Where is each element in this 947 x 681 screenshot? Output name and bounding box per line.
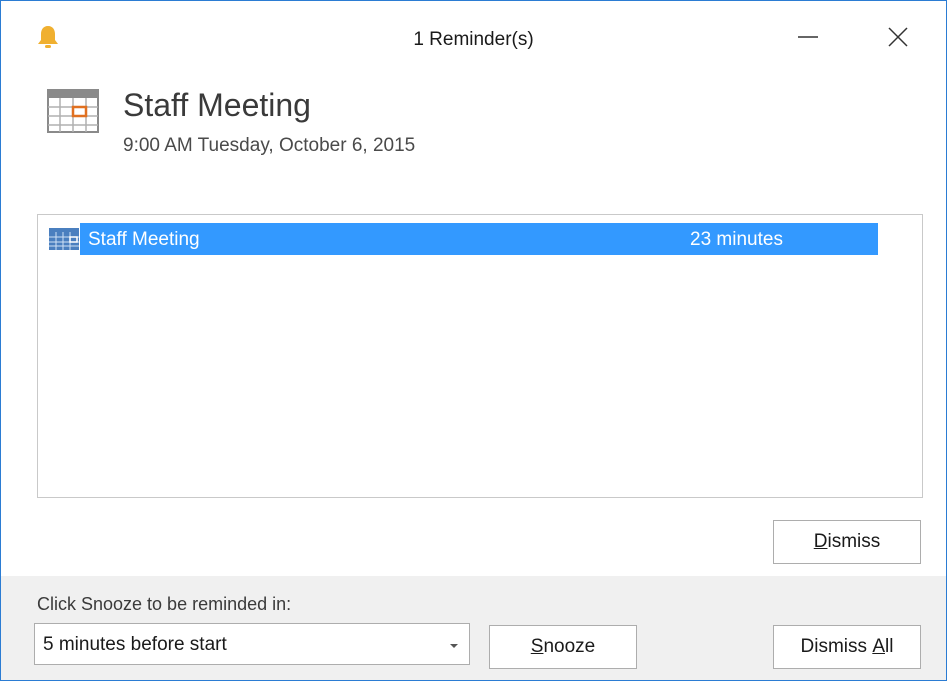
snooze-time-value: 5 minutes before start: [43, 634, 227, 655]
reminder-due-in: 23 minutes: [690, 229, 783, 250]
snooze-label: nooze: [543, 636, 596, 657]
list-item[interactable]: Staff Meeting 23 minutes: [48, 221, 878, 257]
snooze-prompt: Click Snooze to be reminded in:: [37, 594, 292, 614]
snooze-button[interactable]: Snooze: [489, 625, 637, 669]
close-icon: [887, 26, 909, 53]
reminder-datetime: 9:00 AM Tuesday, October 6, 2015: [123, 135, 416, 156]
dismiss-label: ismiss: [827, 531, 881, 552]
reminder-list[interactable]: Staff Meeting 23 minutes: [37, 214, 923, 498]
snooze-panel: Click Snooze to be reminded in: 5 minute…: [1, 576, 946, 680]
reminder-title: Staff Meeting: [123, 87, 311, 123]
close-button[interactable]: [869, 13, 927, 65]
title-bar: 1 Reminder(s): [1, 1, 946, 79]
dismiss-all-button[interactable]: Dismiss All: [773, 625, 921, 669]
snooze-time-select[interactable]: 5 minutes before start: [34, 623, 470, 665]
calendar-icon: [48, 227, 80, 251]
reminder-window: 1 Reminder(s) Staff Meeting 9:00 AM Tues…: [0, 0, 947, 681]
snooze-mnemonic: S: [530, 636, 544, 657]
chevron-down-icon: [449, 638, 459, 648]
dismiss-mnemonic: D: [813, 531, 828, 552]
minimize-icon: [797, 26, 819, 53]
dismiss-all-label-rest: ll: [885, 636, 894, 657]
calendar-icon: [47, 87, 99, 133]
dismiss-all-label-prefix: Dismiss: [800, 636, 873, 657]
minimize-button[interactable]: [779, 13, 837, 65]
dismiss-button[interactable]: Dismiss: [773, 520, 921, 564]
dismiss-all-mnemonic: A: [872, 636, 885, 657]
reminder-subject: Staff Meeting: [88, 229, 200, 250]
